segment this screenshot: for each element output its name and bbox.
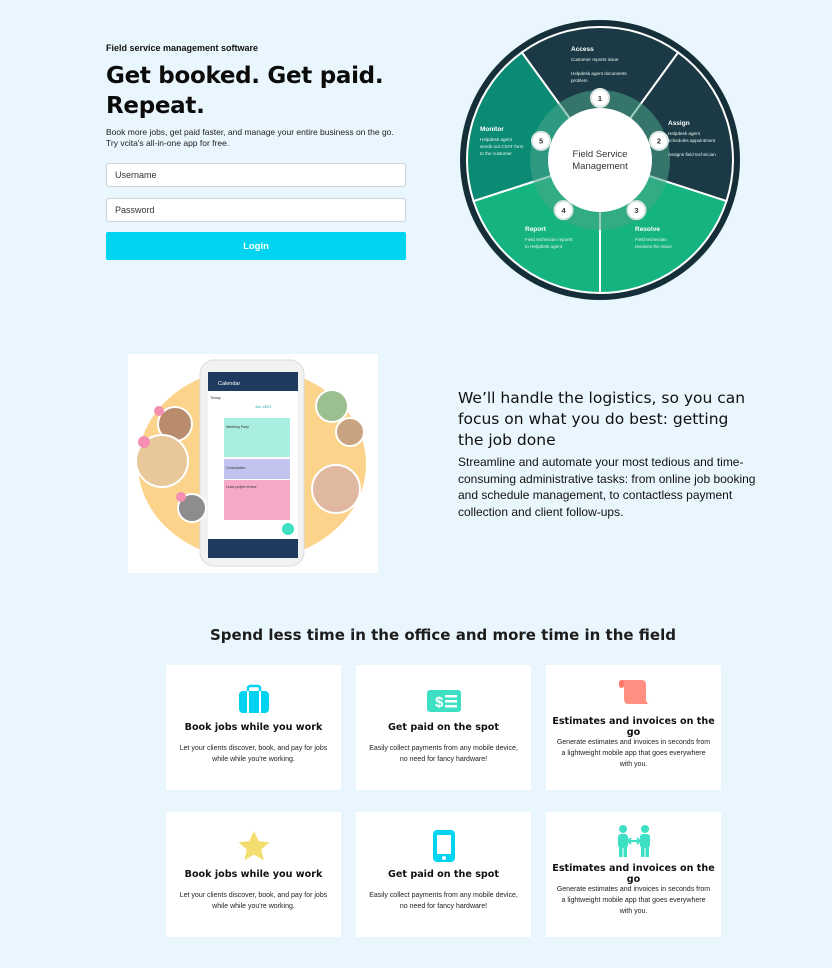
phone-today: Today [210, 395, 221, 400]
wheel-badge-5: 5 [531, 130, 552, 151]
event-label-3: Lead project review [226, 485, 257, 489]
event-label-1: Wedding Party [226, 425, 249, 429]
logistics-heading: We’ll handle the logistics, so you can f… [458, 389, 746, 449]
wheel-center-line1: Field Service [573, 149, 628, 160]
field-service-wheel: Field Service Management 1 2 3 4 5 Access Cus… [459, 19, 741, 301]
hero-title-line1: Get booked. Get paid. [106, 63, 384, 89]
wheel-segment-text: Helpdesk agent [480, 137, 513, 142]
avatar-badge-3 [176, 492, 186, 502]
avatar-badge-2 [138, 436, 150, 448]
logistics-section: We’ll handle the logistics, so you can f… [458, 388, 758, 520]
wheel-segment-text: Helpdesk agent documents [571, 71, 627, 76]
svg-text:2: 2 [657, 137, 661, 146]
feature-text-2: Easily collect payments from any mobile … [369, 745, 518, 763]
svg-text:$: $ [435, 694, 444, 711]
wheel-center [548, 108, 652, 212]
feature-text-1: Let your clients discover, book, and pay… [179, 745, 328, 763]
feature-title-2: Get paid on the spot [388, 722, 499, 733]
avatar-5 [335, 417, 365, 447]
wheel-segment-text: Helpdesk agent [668, 131, 701, 136]
hero-section: Field service management software Get bo… [106, 43, 406, 260]
wheel-segment-title-access: Access [571, 46, 594, 53]
password-input[interactable] [106, 198, 406, 222]
feature-card-3: Estimates and invoices on the go Generat… [546, 665, 721, 790]
feature-card-5: Get paid on the spot Easily collect paym… [356, 812, 531, 937]
briefcase-icon [166, 683, 341, 717]
wheel-badge-2: 2 [648, 130, 669, 151]
phone-illustration: Calendar Today Jun 2021 Wedding Party Co… [128, 354, 378, 573]
feature-text-3: Generate estimates and invoices in secon… [556, 739, 711, 768]
wheel-segment-text: to the customer [480, 151, 512, 156]
wheel-center-line2: Management [572, 161, 628, 172]
svg-text:5: 5 [539, 137, 543, 146]
feature-title-1: Book jobs while you work [184, 722, 323, 733]
phone-tabbar [208, 539, 298, 558]
username-input[interactable] [106, 163, 406, 187]
wheel-segment-text: Assigns field technician [668, 152, 716, 157]
event-label-2: Consultation [226, 466, 246, 470]
wheel-segment-text: Field technician [635, 237, 667, 242]
wheel-segment-title-report: Report [525, 226, 547, 233]
wheel-segment-title-resolve: Resolve [635, 226, 660, 233]
people-icon [546, 824, 721, 858]
wheel-segment-text: problem [571, 78, 588, 83]
wheel-segment-text: sends out CSAT form [480, 144, 524, 149]
feature-text-5: Easily collect payments from any mobile … [369, 892, 518, 910]
svg-text:3: 3 [634, 206, 638, 215]
hero-subtitle: Book more jobs, get paid faster, and man… [106, 127, 394, 148]
star-icon [166, 829, 341, 863]
feature-title-4: Book jobs while you work [184, 869, 323, 880]
hero-title: Get booked. Get paid. Repeat. [106, 61, 406, 121]
feature-title-5: Get paid on the spot [388, 869, 499, 880]
svg-text:1: 1 [598, 94, 602, 103]
phone-icon [356, 829, 531, 863]
event-block-1 [224, 418, 290, 457]
wheel-segment-title-monitor: Monitor [480, 126, 504, 133]
feature-title-3: Estimates and invoices on the go [552, 716, 715, 738]
avatar-4 [315, 389, 349, 423]
phone-fab [282, 523, 294, 535]
feature-card-2: $ Get paid on the spot Easily collect pa… [356, 665, 531, 790]
logistics-body: Streamline and automate your most tediou… [458, 455, 756, 519]
scroll-icon [546, 677, 721, 711]
wheel-segment-text: Customer reports issue [571, 57, 619, 62]
wheel-segment-text: Field technician reports [525, 237, 573, 242]
phone-date: Jun 2021 [255, 404, 272, 409]
feature-title-6: Estimates and invoices on the go [552, 863, 715, 885]
feature-text-6: Generate estimates and invoices in secon… [556, 886, 711, 915]
money-icon: $ [356, 683, 531, 717]
wheel-badge-3: 3 [626, 200, 647, 221]
feature-card-1: Book jobs while you work Let your client… [166, 665, 341, 790]
hero-eyebrow: Field service management software [106, 43, 259, 53]
wheel-segment-text: resolves the issue [635, 244, 672, 249]
feature-text-4: Let your clients discover, book, and pay… [179, 892, 328, 910]
login-button[interactable]: Login [106, 232, 406, 260]
avatar-badge-1 [154, 406, 164, 416]
phone-app-title: Calendar [218, 381, 240, 387]
wheel-badge-1: 1 [590, 88, 610, 108]
hero-title-line2: Repeat. [106, 93, 205, 119]
wheel-segment-text: to Helpdesk agent [525, 244, 563, 249]
wheel-segment-text: schedules appointment [668, 138, 716, 143]
wheel-badge-4: 4 [553, 200, 574, 221]
avatar-6 [311, 464, 361, 514]
feature-card-6: Estimates and invoices on the go Generat… [546, 812, 721, 937]
wheel-segment-title-assign: Assign [668, 120, 690, 127]
feature-card-4: Book jobs while you work Let your client… [166, 812, 341, 937]
features-title: Spend less time in the office and more t… [210, 626, 676, 644]
